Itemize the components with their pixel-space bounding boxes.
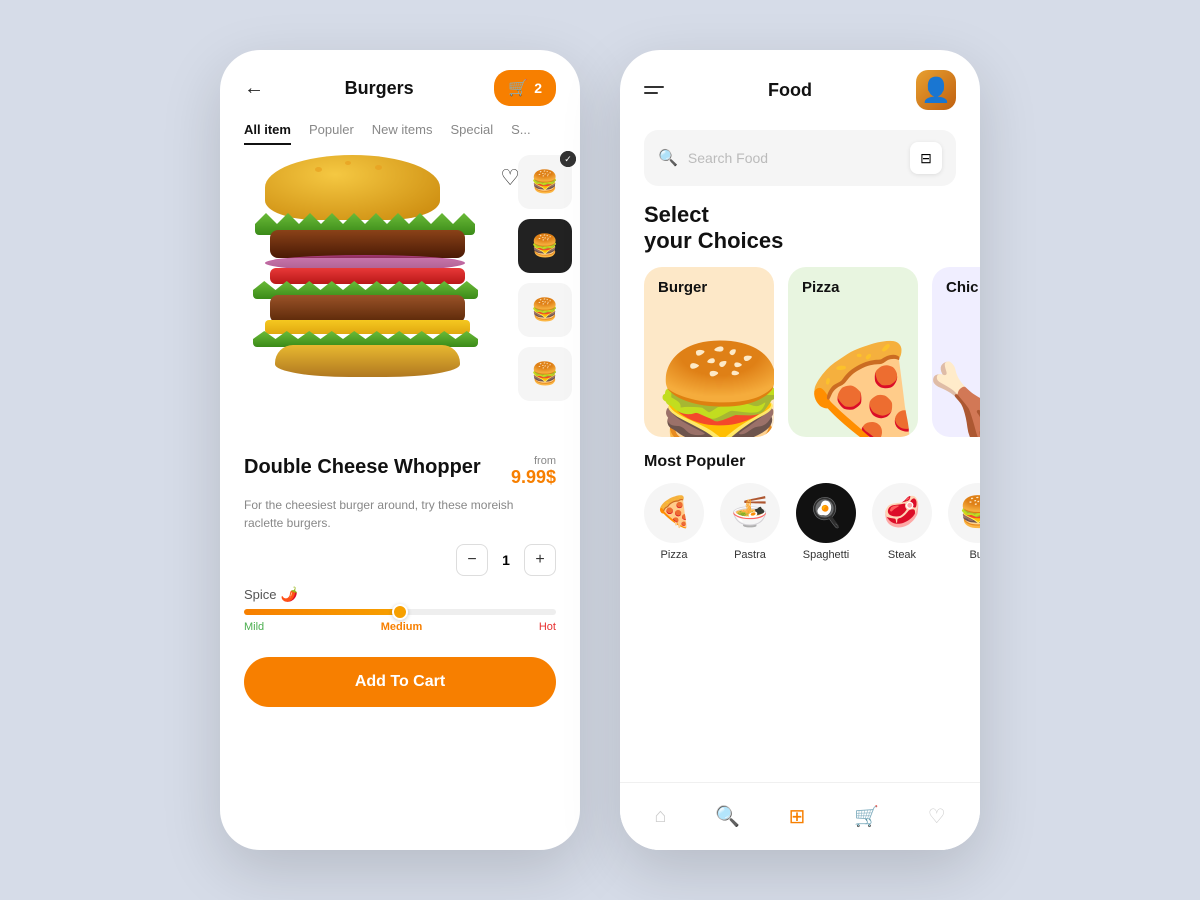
- nav-grid[interactable]: ⊞: [777, 796, 818, 837]
- left-phone: ← Burgers 🛒 2 All item Populer New items…: [220, 50, 580, 850]
- thumbnail-list: 🍔 ✓ 🍔 🍔 🍔: [518, 155, 572, 401]
- filter-button[interactable]: ⊟: [910, 142, 942, 174]
- left-header: ← Burgers 🛒 2: [220, 50, 580, 116]
- burger-image-area: ♡ 🍔 ✓ 🍔 🍔 🍔: [220, 145, 580, 455]
- popular-label-pastra: Pastra: [734, 549, 766, 561]
- tab-all-item[interactable]: All item: [244, 122, 291, 145]
- popular-item-spaghetti[interactable]: 🍳 Spaghetti: [796, 483, 856, 561]
- popular-section-title: Most Populer: [620, 437, 980, 483]
- right-title: Food: [768, 80, 812, 101]
- cart-nav-icon: 🛒: [854, 804, 879, 829]
- popular-item-pastra[interactable]: 🍜 Pastra: [720, 483, 780, 561]
- spice-section: Spice 🌶️ Mild Medium Hot: [220, 586, 580, 633]
- spice-mild: Mild: [244, 621, 264, 633]
- popular-circle-spaghetti: 🍳: [796, 483, 856, 543]
- menu-line-1: [644, 86, 664, 88]
- popular-circle-steak: 🥩: [872, 483, 932, 543]
- right-phone: Food 👤 🔍 Search Food ⊟ Selectyour Choice…: [620, 50, 980, 850]
- popular-label-steak: Steak: [888, 549, 916, 561]
- search-icon: 🔍: [658, 148, 678, 168]
- burger-food-image: 🍔: [652, 347, 774, 437]
- tabs-bar: All item Populer New items Special S...: [220, 116, 580, 145]
- choice-card-burger[interactable]: Burger 🍔: [644, 267, 774, 437]
- nav-favorites[interactable]: ♡: [916, 796, 958, 837]
- grid-icon: ⊞: [789, 804, 806, 829]
- thumbnail-item[interactable]: 🍔: [518, 347, 572, 401]
- product-price: 9.99$: [511, 467, 556, 488]
- popular-circle-pizza: 🍕: [644, 483, 704, 543]
- choice-label-pizza: Pizza: [802, 279, 904, 296]
- product-name: Double Cheese Whopper: [244, 455, 481, 479]
- spice-thumb: [392, 604, 408, 620]
- thumbnail-item[interactable]: 🍔: [518, 219, 572, 273]
- spice-slider[interactable]: [244, 609, 556, 615]
- quantity-row: − 1 +: [244, 544, 556, 576]
- nav-search[interactable]: 🔍: [703, 796, 752, 837]
- search-bar: 🔍 Search Food ⊟: [644, 130, 956, 186]
- chicken-food-image: 🍗: [932, 367, 980, 437]
- popular-circle-pastra: 🍜: [720, 483, 780, 543]
- choice-card-pizza[interactable]: Pizza 🍕: [788, 267, 918, 437]
- menu-icon[interactable]: [644, 86, 664, 94]
- popular-item-steak[interactable]: 🥩 Steak: [872, 483, 932, 561]
- popular-circle-burger: 🍔: [948, 483, 980, 543]
- price-section: from 9.99$: [511, 455, 556, 488]
- search-nav-icon: 🔍: [715, 804, 740, 829]
- menu-line-2: [644, 92, 658, 94]
- choice-label-chicken: Chic: [946, 279, 980, 296]
- quantity-value: 1: [488, 552, 524, 568]
- tab-more[interactable]: S...: [511, 122, 531, 145]
- spice-hot: Hot: [539, 621, 556, 633]
- spice-fill: [244, 609, 400, 615]
- product-description: For the cheesiest burger around, try the…: [244, 496, 556, 532]
- search-input[interactable]: Search Food: [688, 150, 900, 166]
- tab-populer[interactable]: Populer: [309, 122, 354, 145]
- pizza-food-image: 🍕: [796, 347, 918, 437]
- back-button[interactable]: ←: [244, 77, 264, 100]
- right-header: Food 👤: [620, 50, 980, 120]
- heart-nav-icon: ♡: [928, 804, 946, 829]
- popular-label-pizza: Pizza: [661, 549, 688, 561]
- thumbnail-item[interactable]: 🍔: [518, 283, 572, 337]
- product-info: Double Cheese Whopper from 9.99$ For the…: [220, 455, 580, 576]
- cart-icon: 🛒: [508, 78, 528, 98]
- popular-scroll: 🍕 Pizza 🍜 Pastra 🍳 Spaghetti 🥩 Steak 🍔 B…: [620, 483, 980, 561]
- quantity-increase[interactable]: +: [524, 544, 556, 576]
- choices-scroll: Burger 🍔 Pizza 🍕 Chic 🍗: [620, 267, 980, 437]
- home-icon: ⌂: [654, 805, 666, 828]
- tab-special[interactable]: Special: [450, 122, 493, 145]
- cart-count: 2: [534, 80, 542, 96]
- spice-label: Spice 🌶️: [244, 586, 556, 603]
- bottom-nav: ⌂ 🔍 ⊞ 🛒 ♡: [620, 782, 980, 850]
- nav-cart[interactable]: 🛒: [842, 796, 891, 837]
- left-title: Burgers: [345, 78, 414, 99]
- chili-icon: 🌶️: [281, 586, 298, 603]
- popular-label-spaghetti: Spaghetti: [803, 549, 849, 561]
- add-to-cart-button[interactable]: Add To Cart: [244, 657, 556, 707]
- quantity-decrease[interactable]: −: [456, 544, 488, 576]
- spice-labels: Mild Medium Hot: [244, 621, 556, 633]
- choice-label-burger: Burger: [658, 279, 760, 296]
- product-header: Double Cheese Whopper from 9.99$: [244, 455, 556, 488]
- popular-item-burger[interactable]: 🍔 Bur: [948, 483, 980, 561]
- nav-home[interactable]: ⌂: [642, 797, 678, 836]
- popular-label-burger: Bur: [969, 549, 980, 561]
- phones-container: ← Burgers 🛒 2 All item Populer New items…: [220, 50, 980, 850]
- thumbnail-item[interactable]: 🍔 ✓: [518, 155, 572, 209]
- bun-top: [265, 155, 440, 220]
- spice-medium: Medium: [381, 621, 423, 633]
- burger-exploded-view: [245, 155, 485, 445]
- from-label: from: [511, 455, 556, 467]
- tab-new-items[interactable]: New items: [372, 122, 433, 145]
- filter-icon: ⊟: [920, 150, 932, 167]
- choices-section-title: Selectyour Choices: [620, 196, 980, 267]
- choice-card-chicken[interactable]: Chic 🍗: [932, 267, 980, 437]
- cart-button[interactable]: 🛒 2: [494, 70, 556, 106]
- popular-item-pizza[interactable]: 🍕 Pizza: [644, 483, 704, 561]
- user-avatar[interactable]: 👤: [916, 70, 956, 110]
